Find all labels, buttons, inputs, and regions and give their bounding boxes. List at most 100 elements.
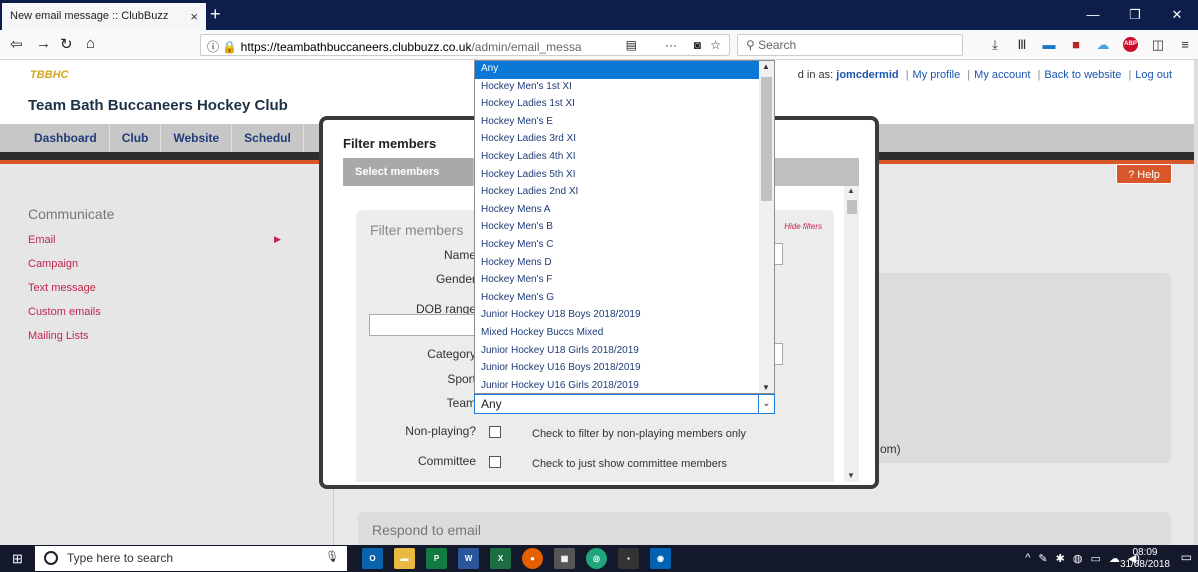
team-option[interactable]: Hockey Men's B: [475, 219, 760, 237]
library-icon[interactable]: Ⅲ: [1015, 37, 1029, 53]
my-profile-link[interactable]: My profile: [913, 69, 961, 81]
onedrive-icon[interactable]: ☁: [1109, 552, 1120, 565]
file-explorer-icon[interactable]: ▬: [394, 548, 415, 569]
team-option[interactable]: Hockey Ladies 1st XI: [475, 96, 760, 114]
sticky-notes-icon[interactable]: ▪: [618, 548, 639, 569]
team-option[interactable]: Mixed Hockey Buccs Mixed: [475, 325, 760, 343]
team-option[interactable]: Hockey Men's 1st XI: [475, 79, 760, 97]
word-icon[interactable]: W: [458, 548, 479, 569]
app-icon[interactable]: ◎: [586, 548, 607, 569]
team-option[interactable]: Junior Hockey U16 Boys 2018/2019: [475, 360, 760, 378]
scroll-up-icon[interactable]: ▲: [847, 186, 855, 195]
extension-badge-icon[interactable]: ■: [1069, 37, 1083, 53]
forward-arrow-icon[interactable]: →: [36, 35, 51, 52]
scroll-thumb[interactable]: [761, 77, 772, 201]
firefox-icon[interactable]: ●: [522, 548, 543, 569]
taskbar-search[interactable]: Type here to search 🎙: [35, 546, 347, 571]
log-out-link[interactable]: Log out: [1135, 69, 1172, 81]
reader-view-icon[interactable]: ▤: [626, 38, 637, 52]
back-arrow-icon[interactable]: ⇦: [10, 35, 23, 53]
windows-start-icon[interactable]: ⊞: [12, 551, 23, 567]
scroll-thumb[interactable]: [847, 200, 857, 214]
dropdown-scrollbar[interactable]: ▲ ▼: [759, 61, 774, 393]
team-option[interactable]: Junior Hockey U16 Girls 2018/2019: [475, 378, 760, 393]
committee-checkbox[interactable]: [489, 456, 501, 468]
excel-icon[interactable]: X: [490, 548, 511, 569]
scroll-down-icon[interactable]: ▼: [762, 383, 770, 392]
sidebar-item-mailing-lists[interactable]: Mailing Lists: [28, 330, 89, 342]
team-option[interactable]: Hockey Men's E: [475, 114, 760, 132]
team-option[interactable]: Hockey Men's C: [475, 237, 760, 255]
publisher-icon[interactable]: P: [426, 548, 447, 569]
team-option[interactable]: Hockey Men's G: [475, 290, 760, 308]
team-option[interactable]: Hockey Mens A: [475, 202, 760, 220]
hide-filters-link[interactable]: Hide filters: [784, 222, 822, 231]
cortana-icon: [44, 551, 58, 565]
modal-scrollbar[interactable]: ▲ ▼: [844, 186, 859, 482]
team-option[interactable]: Junior Hockey U18 Girls 2018/2019: [475, 343, 760, 361]
battery-icon[interactable]: ▭: [1090, 552, 1100, 565]
tab-close-icon[interactable]: ×: [190, 9, 198, 24]
nav-schedule[interactable]: Schedul: [232, 124, 304, 152]
team-option[interactable]: Hockey Ladies 4th XI: [475, 149, 760, 167]
browser-tab[interactable]: New email message :: ClubBuzz ×: [2, 3, 206, 30]
sidebar-item-email[interactable]: Email: [28, 234, 56, 246]
club-logo[interactable]: TBBHC: [30, 69, 69, 81]
url-bar[interactable]: ⓘ 🔒 https://teambathbuccaneers.clubbuzz.…: [200, 34, 730, 56]
sidebar-item-custom-emails[interactable]: Custom emails: [28, 306, 101, 318]
tray-expand-icon[interactable]: ^: [1025, 552, 1030, 565]
scroll-up-icon[interactable]: ▲: [762, 62, 770, 71]
sidebar-toggle-icon[interactable]: ◫: [1151, 37, 1165, 53]
sidebar-item-text-message[interactable]: Text message: [28, 282, 96, 294]
team-option[interactable]: Hockey Mens D: [475, 255, 760, 273]
team-option[interactable]: Hockey Ladies 2nd XI: [475, 184, 760, 202]
microphone-icon[interactable]: 🎙: [325, 550, 339, 563]
downloads-icon[interactable]: ⤓: [988, 37, 1002, 53]
pocket-icon[interactable]: ◙: [694, 38, 701, 52]
outlook-icon[interactable]: O: [362, 548, 383, 569]
restore-button[interactable]: ❐: [1114, 0, 1156, 30]
taskbar-apps: O ▬ P W X ● ▦ ◎ ▪ ◉: [362, 548, 671, 569]
network-icon[interactable]: ◍: [1073, 552, 1083, 565]
sidebar-item-campaign[interactable]: Campaign: [28, 258, 78, 270]
home-icon[interactable]: ⌂: [86, 35, 95, 52]
close-window-button[interactable]: ✕: [1156, 0, 1198, 30]
help-button[interactable]: ? Help: [1116, 164, 1172, 184]
team-option[interactable]: Hockey Ladies 3rd XI: [475, 131, 760, 149]
category-label: Category: [427, 347, 476, 361]
bluetooth-icon[interactable]: ✱: [1056, 552, 1065, 565]
chevron-down-icon[interactable]: ⌄: [758, 395, 774, 413]
nav-club[interactable]: Club: [110, 124, 162, 152]
nav-website[interactable]: Website: [161, 124, 233, 152]
remote-desktop-icon[interactable]: ◉: [650, 548, 671, 569]
reload-icon[interactable]: ↻: [60, 35, 73, 53]
team-option[interactable]: Hockey Men's F: [475, 272, 760, 290]
page-scrollbar[interactable]: [1194, 60, 1198, 545]
clock[interactable]: 08:09 31/08/2018: [1120, 547, 1170, 571]
nav-dashboard[interactable]: Dashboard: [22, 124, 110, 152]
cloud-icon[interactable]: ☁: [1096, 37, 1110, 53]
team-select[interactable]: Any ⌄: [474, 394, 775, 414]
team-option[interactable]: Any: [475, 61, 760, 79]
screenshot-icon[interactable]: ▬: [1042, 37, 1056, 53]
back-to-website-link[interactable]: Back to website: [1044, 69, 1121, 81]
dob-from-field[interactable]: [369, 314, 477, 336]
new-tab-button[interactable]: +: [210, 4, 221, 25]
adblock-icon[interactable]: ABP: [1123, 37, 1138, 52]
bookmark-star-icon[interactable]: ☆: [710, 38, 721, 52]
team-option[interactable]: Junior Hockey U18 Boys 2018/2019: [475, 307, 760, 325]
scroll-down-icon[interactable]: ▼: [847, 471, 855, 480]
search-box[interactable]: ⚲ Search: [737, 34, 963, 56]
menu-icon[interactable]: ≡: [1178, 37, 1192, 53]
page-actions-icon[interactable]: ···: [665, 38, 677, 52]
url-domain: https://teambathbuccaneers.clubbuzz.co.u…: [240, 40, 472, 54]
info-icon[interactable]: ⓘ: [207, 40, 219, 54]
pen-icon[interactable]: ✎: [1038, 552, 1047, 565]
tab-select-members[interactable]: Select members: [343, 158, 473, 186]
my-account-link[interactable]: My account: [974, 69, 1030, 81]
calculator-icon[interactable]: ▦: [554, 548, 575, 569]
notifications-icon[interactable]: ▭: [1181, 550, 1192, 564]
minimize-button[interactable]: —: [1072, 0, 1114, 30]
non-playing-checkbox[interactable]: [489, 426, 501, 438]
team-option[interactable]: Hockey Ladies 5th XI: [475, 167, 760, 185]
